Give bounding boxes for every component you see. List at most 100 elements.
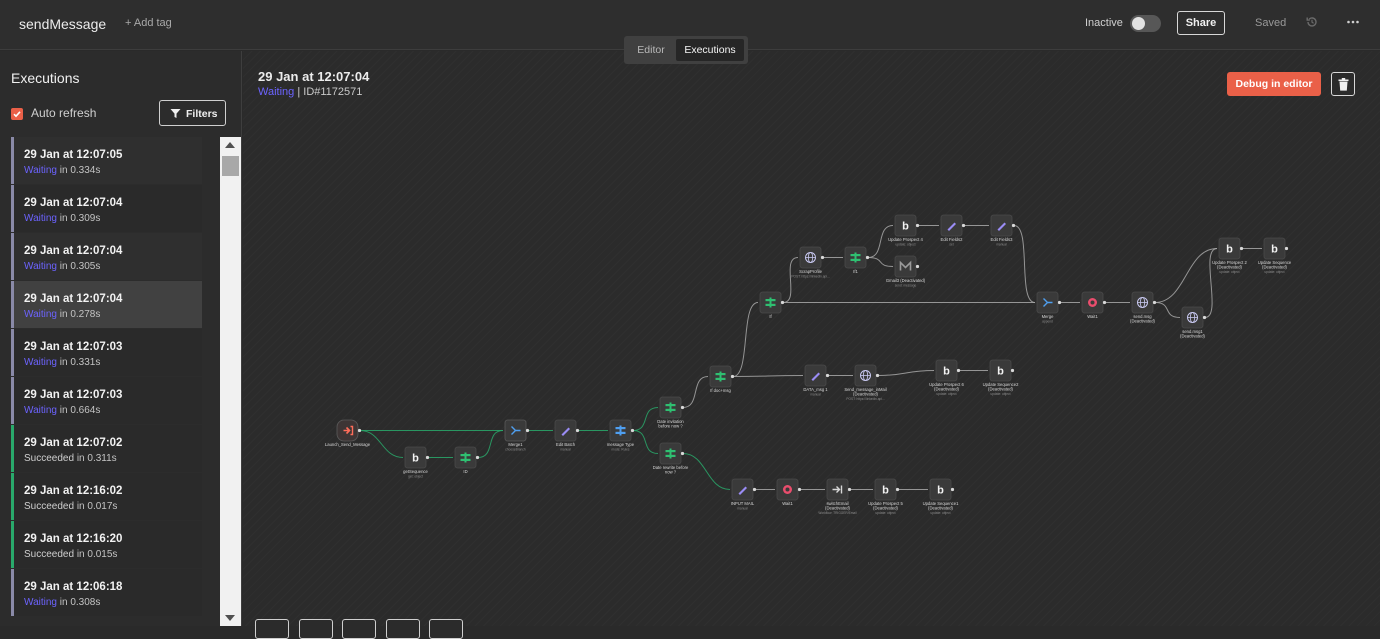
workflow-node-switchmail[interactable]: switchEmail(Deactivated)Workflow: TRIGGE…	[818, 478, 857, 515]
workflow-canvas[interactable]: 29 Jan at 12:07:04 Waiting | ID#1172571 …	[243, 51, 1380, 639]
output-handle[interactable]	[1152, 300, 1157, 305]
output-handle[interactable]	[425, 455, 430, 460]
tab-editor[interactable]: Editor	[628, 39, 674, 61]
node-label: Wait1	[782, 501, 793, 506]
output-handle[interactable]	[475, 455, 480, 460]
zoom-in-button[interactable]	[299, 619, 333, 639]
add-tag-button[interactable]: + Add tag	[125, 17, 172, 29]
execution-item[interactable]: 29 Jan at 12:07:02 Succeeded in 0.311s	[11, 425, 202, 472]
node-subtitle: update: object	[1219, 270, 1239, 274]
workflow-node-gmail[interactable]: Gmail3 (Deactivated)send: message	[886, 255, 926, 288]
workflow-node-sendinmail[interactable]: Send_message_inMail(Deactivated)POST: ht…	[844, 364, 887, 401]
output-handle[interactable]	[875, 373, 880, 378]
tab-executions[interactable]: Executions	[676, 39, 744, 61]
output-handle[interactable]	[357, 428, 362, 433]
workflow-node-updseq2[interactable]: bUpdate Sequence2(Deactivated)update: ob…	[983, 359, 1020, 396]
workflow-node-daterem[interactable]: Date rewrite beforenow ?	[653, 442, 689, 475]
output-handle[interactable]	[630, 428, 635, 433]
workflow-node-getseq[interactable]: b getSequenceget: object	[403, 446, 430, 479]
output-handle[interactable]	[730, 374, 735, 379]
workflow-node-wait1[interactable]: Wait1	[1081, 291, 1107, 319]
workflow-node-updseq[interactable]: bUpdate Sequence(Deactivated)update: obj…	[1258, 237, 1292, 274]
output-handle[interactable]	[680, 451, 685, 456]
reset-zoom-button[interactable]	[386, 619, 420, 639]
output-handle[interactable]	[895, 487, 900, 492]
share-button[interactable]: Share	[1177, 11, 1225, 35]
node-subtitle: manual	[560, 448, 571, 452]
output-handle[interactable]	[1057, 300, 1062, 305]
execution-item[interactable]: 29 Jan at 12:07:04 Waiting in 0.309s	[11, 185, 202, 232]
tidy-up-button[interactable]	[429, 619, 463, 639]
zoom-out-button[interactable]	[342, 619, 376, 639]
execution-item[interactable]: 29 Jan at 12:06:18 Waiting in 0.308s	[11, 569, 202, 616]
execution-item[interactable]: 29 Jan at 12:07:03 Waiting in 0.664s	[11, 377, 202, 424]
output-handle[interactable]	[1011, 223, 1016, 228]
workflow-node-upd2[interactable]: bUpdate Prospect 2(Deactivated)update: o…	[1212, 237, 1248, 274]
workflow-node-msgtype[interactable]: message Typemode: Rules	[607, 419, 635, 452]
execution-item[interactable]: 29 Jan at 12:07:05 Waiting in 0.334s	[11, 137, 202, 184]
output-handle[interactable]	[820, 255, 825, 260]
workflow-node-editbatch[interactable]: Edit Batchmanual	[554, 419, 580, 452]
workflow-node-upd4[interactable]: b Update Prospect 4update: object	[888, 214, 924, 247]
auto-refresh-label[interactable]: Auto refresh	[31, 106, 96, 120]
workflow-node-ifid[interactable]: ID	[454, 446, 480, 474]
workflow-node-editf3[interactable]: Edit Fields3manual	[991, 214, 1016, 247]
wait-icon	[1088, 298, 1097, 307]
zoom-to-fit-button[interactable]	[255, 619, 289, 639]
output-handle[interactable]	[865, 255, 870, 260]
output-handle[interactable]	[680, 405, 685, 410]
output-handle[interactable]	[525, 428, 530, 433]
output-handle[interactable]	[847, 487, 852, 492]
output-handle[interactable]	[1284, 246, 1289, 251]
workflow-node-sendmsg1[interactable]: send.msg1(Deactivated)	[1180, 306, 1207, 339]
execution-item[interactable]: 29 Jan at 12:07:03 Waiting in 0.331s	[11, 329, 202, 376]
workflow-node-if3[interactable]: If1	[844, 246, 870, 274]
execution-item[interactable]: 29 Jan at 12:16:20 Succeeded in 0.015s	[11, 521, 202, 568]
workflow-node-scrap[interactable]: ScrapProfilePOST: https://linkedin.api..…	[791, 246, 830, 279]
scroll-down-arrow-icon[interactable]	[225, 615, 235, 621]
output-handle[interactable]	[956, 368, 961, 373]
execution-item[interactable]: 29 Jan at 12:16:02 Succeeded in 0.017s	[11, 473, 202, 520]
active-toggle[interactable]	[1130, 15, 1161, 32]
workflow-node-ifdoc[interactable]: If doc+msg	[709, 365, 735, 393]
workflow-node-wait[interactable]: Wait1	[776, 478, 802, 506]
workflow-node-upd6[interactable]: bUpdate Prospect 6(Deactivated)update: o…	[929, 359, 965, 396]
output-handle[interactable]	[575, 428, 580, 433]
sidebar-scrollbar[interactable]	[220, 137, 241, 626]
workflow-node-dateinv[interactable]: Date invitationbefore now ?	[657, 396, 685, 429]
workflow-node-upd5[interactable]: bUpdate Prospect 5(Deactivated)update: o…	[868, 478, 904, 515]
output-handle[interactable]	[1010, 368, 1015, 373]
bubble-icon: b	[1271, 244, 1278, 256]
scrollbar-thumb[interactable]	[222, 156, 239, 176]
output-handle[interactable]	[752, 487, 757, 492]
execution-item[interactable]: 29 Jan at 12:07:04 Waiting in 0.305s	[11, 233, 202, 280]
workflow-node-updseq1[interactable]: bUpdate Sequence1(Deactivated)update: ob…	[923, 478, 960, 515]
workflow-node-datamsg[interactable]: DATA_msg 1manual	[803, 364, 830, 397]
output-handle[interactable]	[780, 300, 785, 305]
output-handle[interactable]	[915, 264, 920, 269]
connection-line	[732, 375, 804, 377]
workflow-node-editf2[interactable]: Edit Fields2set	[941, 214, 966, 247]
output-handle[interactable]	[825, 373, 830, 378]
node-subtitle: manual	[996, 243, 1007, 247]
more-options-icon[interactable]	[1346, 15, 1360, 29]
output-handle[interactable]	[1102, 300, 1107, 305]
output-handle[interactable]	[915, 223, 920, 228]
workflow-node-merge2[interactable]: Mergeappend	[1036, 291, 1062, 324]
output-handle[interactable]	[797, 487, 802, 492]
filters-button[interactable]: Filters	[159, 100, 226, 126]
workflow-node-sendmsg[interactable]: send.msg(Deactivated)	[1130, 291, 1157, 324]
workflow-name[interactable]: sendMessage	[19, 16, 106, 32]
workflow-node-merge1[interactable]: Merge1chooseBranch	[504, 419, 530, 452]
workflow-node-if2[interactable]: If	[759, 291, 785, 319]
workflow-node-inputmail[interactable]: INPUT MAILmanual	[731, 478, 757, 511]
auto-refresh-checkbox[interactable]	[11, 108, 23, 120]
execution-item-selected[interactable]: 29 Jan at 12:07:04 Waiting in 0.278s	[11, 281, 202, 328]
scroll-up-arrow-icon[interactable]	[225, 142, 235, 148]
output-handle[interactable]	[1202, 315, 1207, 320]
workflow-node-launch[interactable]: Launch_Send_Message	[325, 419, 371, 447]
output-handle[interactable]	[950, 487, 955, 492]
output-handle[interactable]	[961, 223, 966, 228]
history-icon[interactable]	[1305, 15, 1319, 29]
output-handle[interactable]	[1239, 246, 1244, 251]
